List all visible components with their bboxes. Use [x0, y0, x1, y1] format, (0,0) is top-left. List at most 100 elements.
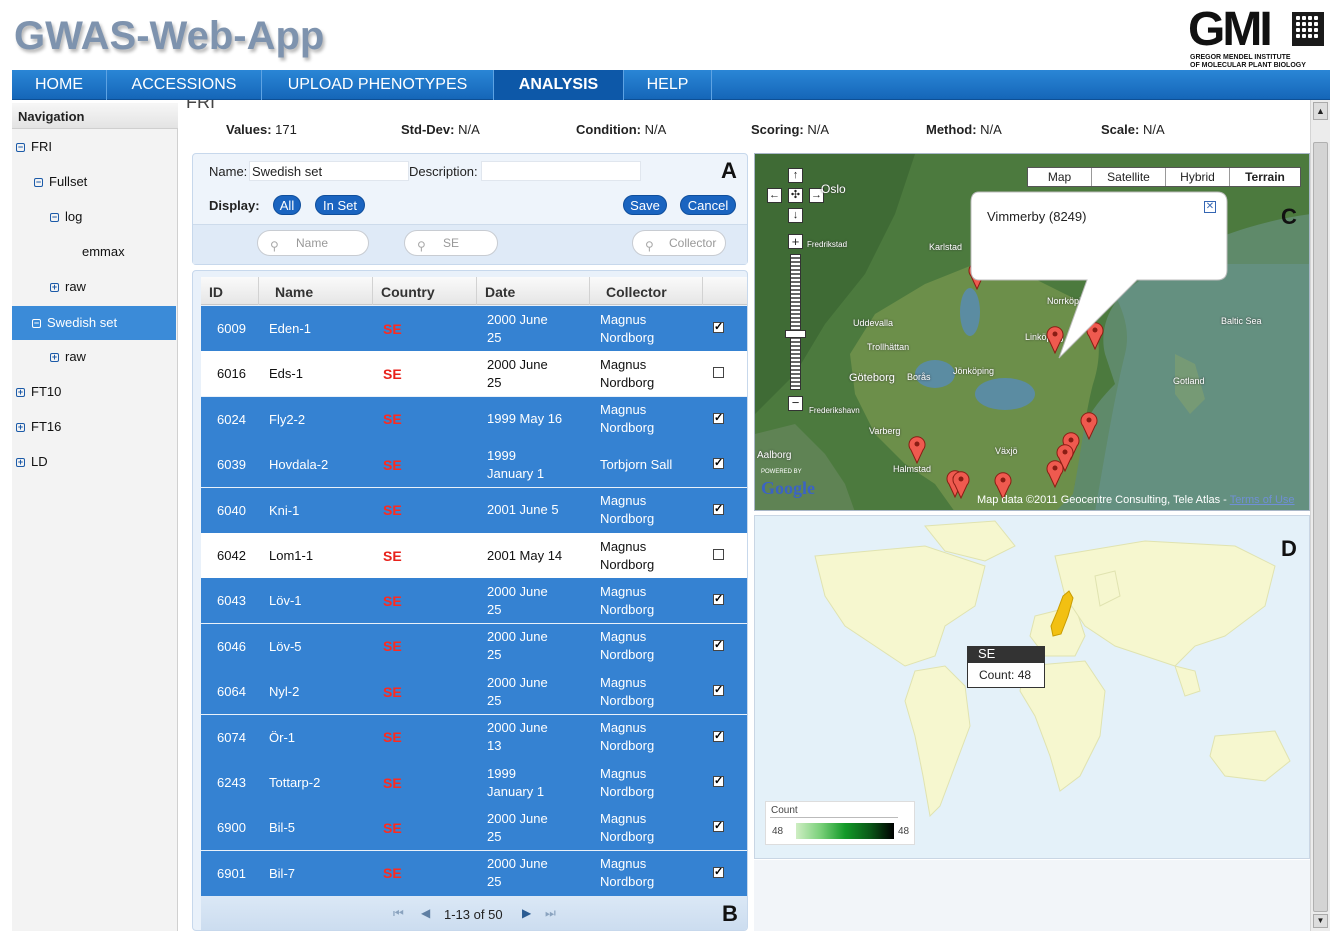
tree-node-raw-2[interactable]: + raw: [50, 349, 86, 364]
tree-node-ft10[interactable]: + FT10: [16, 384, 61, 399]
tree-node-emmax[interactable]: emmax: [82, 244, 125, 259]
first-page-icon[interactable]: ⏮: [393, 906, 404, 921]
expand-icon[interactable]: +: [16, 458, 25, 467]
previous-page-icon[interactable]: ◀: [421, 906, 430, 920]
row-checkbox[interactable]: ✓: [713, 412, 724, 424]
tree-node-ld[interactable]: + LD: [16, 454, 48, 469]
expand-icon[interactable]: +: [16, 423, 25, 432]
popup-close-icon[interactable]: ✕: [1204, 201, 1216, 213]
map-pin-icon[interactable]: [1080, 410, 1098, 441]
map-type-terrain[interactable]: Terrain: [1230, 168, 1300, 186]
cell-date: 2000 June 25: [487, 306, 548, 351]
set-name-field[interactable]: Swedish set: [249, 161, 409, 181]
expand-icon[interactable]: +: [16, 388, 25, 397]
app-title[interactable]: GWAS-Web-App: [14, 14, 324, 59]
table-row[interactable]: 6046 Löv-5 SE 2000 June 25 Magnus Nordborg ✓: [201, 623, 747, 669]
row-checkbox[interactable]: ✓: [713, 685, 724, 697]
pan-down-icon[interactable]: ↓: [788, 208, 803, 223]
map-pin-icon[interactable]: [952, 469, 970, 500]
row-checkbox[interactable]: ✓: [713, 322, 724, 333]
zoom-slider[interactable]: [790, 254, 801, 390]
column-collector[interactable]: Collector: [590, 277, 703, 305]
row-checkbox[interactable]: ✓: [713, 776, 724, 787]
google-map[interactable]: Map Satellite Hybrid Terrain ↑ ← ✣ → ↓ +…: [754, 153, 1310, 511]
map-type-map[interactable]: Map: [1028, 168, 1092, 186]
collapse-icon[interactable]: −: [50, 213, 59, 222]
pan-center-icon[interactable]: ✣: [788, 188, 803, 203]
cell-name: Bil-7: [269, 865, 296, 881]
table-row[interactable]: 6024 Fly2-2 SE 1999 May 16 Magnus Nordborg ✓: [201, 396, 747, 442]
scroll-thumb[interactable]: [1313, 142, 1328, 912]
scroll-down-icon[interactable]: ▼: [1313, 914, 1328, 928]
nav-accessions[interactable]: ACCESSIONS: [107, 70, 262, 100]
row-checkbox[interactable]: ✓: [713, 639, 724, 651]
nav-home[interactable]: HOME: [12, 70, 107, 100]
table-row[interactable]: 6074 Ör-1 SE 2000 June 13 Magnus Nordborg ✓: [201, 714, 747, 760]
set-name-value: Swedish set: [252, 164, 323, 179]
terms-of-use-link[interactable]: Terms of Use: [1230, 494, 1295, 506]
row-checkbox[interactable]: ✓: [713, 503, 724, 515]
scroll-up-icon[interactable]: ▲: [1313, 102, 1328, 120]
page-scrollbar[interactable]: ▲ ▼: [1310, 100, 1330, 931]
pan-up-icon[interactable]: ↑: [788, 168, 803, 183]
row-checkbox[interactable]: ✓: [713, 594, 724, 606]
table-row[interactable]: 6009 Eden-1 SE 2000 June 25 Magnus Nordborg ✓: [201, 306, 747, 351]
table-row[interactable]: 6243 Tottarp-2 SE 1999 January 1 Magnus Nordbo…: [201, 760, 747, 805]
nav-help[interactable]: HELP: [624, 70, 712, 100]
row-checkbox[interactable]: ✓: [713, 821, 724, 833]
table-row[interactable]: 6042 Lom1-1 SE 2001 May 14 Magnus Nordborg: [201, 533, 747, 578]
nav-analysis[interactable]: ANALYSIS: [494, 70, 624, 100]
nav-upload-phenotypes[interactable]: UPLOAD PHENOTYPES: [262, 70, 494, 100]
table-row[interactable]: 6900 Bil-5 SE 2000 June 25 Magnus Nordborg ✓: [201, 805, 747, 851]
row-checkbox[interactable]: [713, 367, 724, 379]
row-checkbox[interactable]: ✓: [713, 730, 724, 742]
column-country[interactable]: Country: [373, 277, 477, 305]
description-field[interactable]: [481, 161, 641, 181]
column-id[interactable]: ID: [201, 277, 259, 305]
tree-node-ft16[interactable]: + FT16: [16, 419, 61, 434]
row-checkbox[interactable]: ✓: [713, 458, 724, 470]
tree-node-log[interactable]: − log: [50, 209, 82, 224]
filter-collector-input[interactable]: ⚲ Collector: [632, 230, 726, 256]
cancel-button[interactable]: Cancel: [680, 195, 736, 215]
table-row[interactable]: 6039 Hovdala-2 SE 1999 January 1 Torbjorn Sal…: [201, 442, 747, 488]
expand-icon[interactable]: +: [50, 283, 59, 292]
map-pin-icon[interactable]: [1046, 458, 1064, 489]
tree-node-fullset[interactable]: − Fullset: [34, 174, 87, 189]
collapse-icon[interactable]: −: [16, 143, 25, 152]
collapse-icon[interactable]: −: [34, 178, 43, 187]
cell-collector: Magnus Nordborg: [600, 578, 654, 623]
table-row[interactable]: 6043 Löv-1 SE 2000 June 25 Magnus Nordborg ✓: [201, 578, 747, 624]
table-row[interactable]: 6040 Kni-1 SE 2001 June 5 Magnus Nordborg ✓: [201, 487, 747, 533]
table-row[interactable]: 6064 Nyl-2 SE 2000 June 25 Magnus Nordborg ✓: [201, 669, 747, 715]
display-all-button[interactable]: All: [273, 195, 301, 215]
column-name[interactable]: Name: [259, 277, 373, 305]
next-page-icon[interactable]: ▶: [522, 906, 531, 920]
zoom-in-icon[interactable]: +: [788, 234, 803, 249]
map-type-satellite[interactable]: Satellite: [1092, 168, 1166, 186]
tree-label: raw: [65, 279, 86, 294]
zoom-slider-handle[interactable]: [785, 330, 806, 338]
map-type-hybrid[interactable]: Hybrid: [1166, 168, 1230, 186]
tree-node-raw[interactable]: + raw: [50, 279, 86, 294]
filter-country-input[interactable]: ⚲ SE: [404, 230, 498, 256]
row-checkbox[interactable]: ✓: [713, 866, 724, 878]
save-button[interactable]: Save: [623, 195, 667, 215]
display-inset-button[interactable]: In Set: [315, 195, 365, 215]
cell-id: 6039: [217, 457, 246, 473]
tree-node-fri[interactable]: − FRI: [16, 139, 52, 154]
collapse-icon[interactable]: −: [32, 319, 41, 328]
tree-node-swedish-set[interactable]: − Swedish set: [12, 306, 176, 340]
expand-icon[interactable]: +: [50, 353, 59, 362]
table-row[interactable]: 6016 Eds-1 SE 2000 June 25 Magnus Nordborg: [201, 351, 747, 397]
column-date[interactable]: Date: [477, 277, 590, 305]
map-pin-icon[interactable]: [908, 434, 926, 465]
pan-left-icon[interactable]: ←: [767, 188, 782, 203]
world-geochart[interactable]: SE Count: 48 Count 48 48 D: [754, 515, 1310, 859]
row-checkbox[interactable]: [713, 549, 724, 560]
last-page-icon[interactable]: ⏭: [545, 906, 556, 921]
zoom-out-icon[interactable]: −: [788, 396, 803, 411]
cell-country: SE: [383, 411, 402, 428]
table-row[interactable]: 6901 Bil-7 SE 2000 June 25 Magnus Nordborg ✓: [201, 850, 747, 896]
filter-name-input[interactable]: ⚲ Name: [257, 230, 369, 256]
